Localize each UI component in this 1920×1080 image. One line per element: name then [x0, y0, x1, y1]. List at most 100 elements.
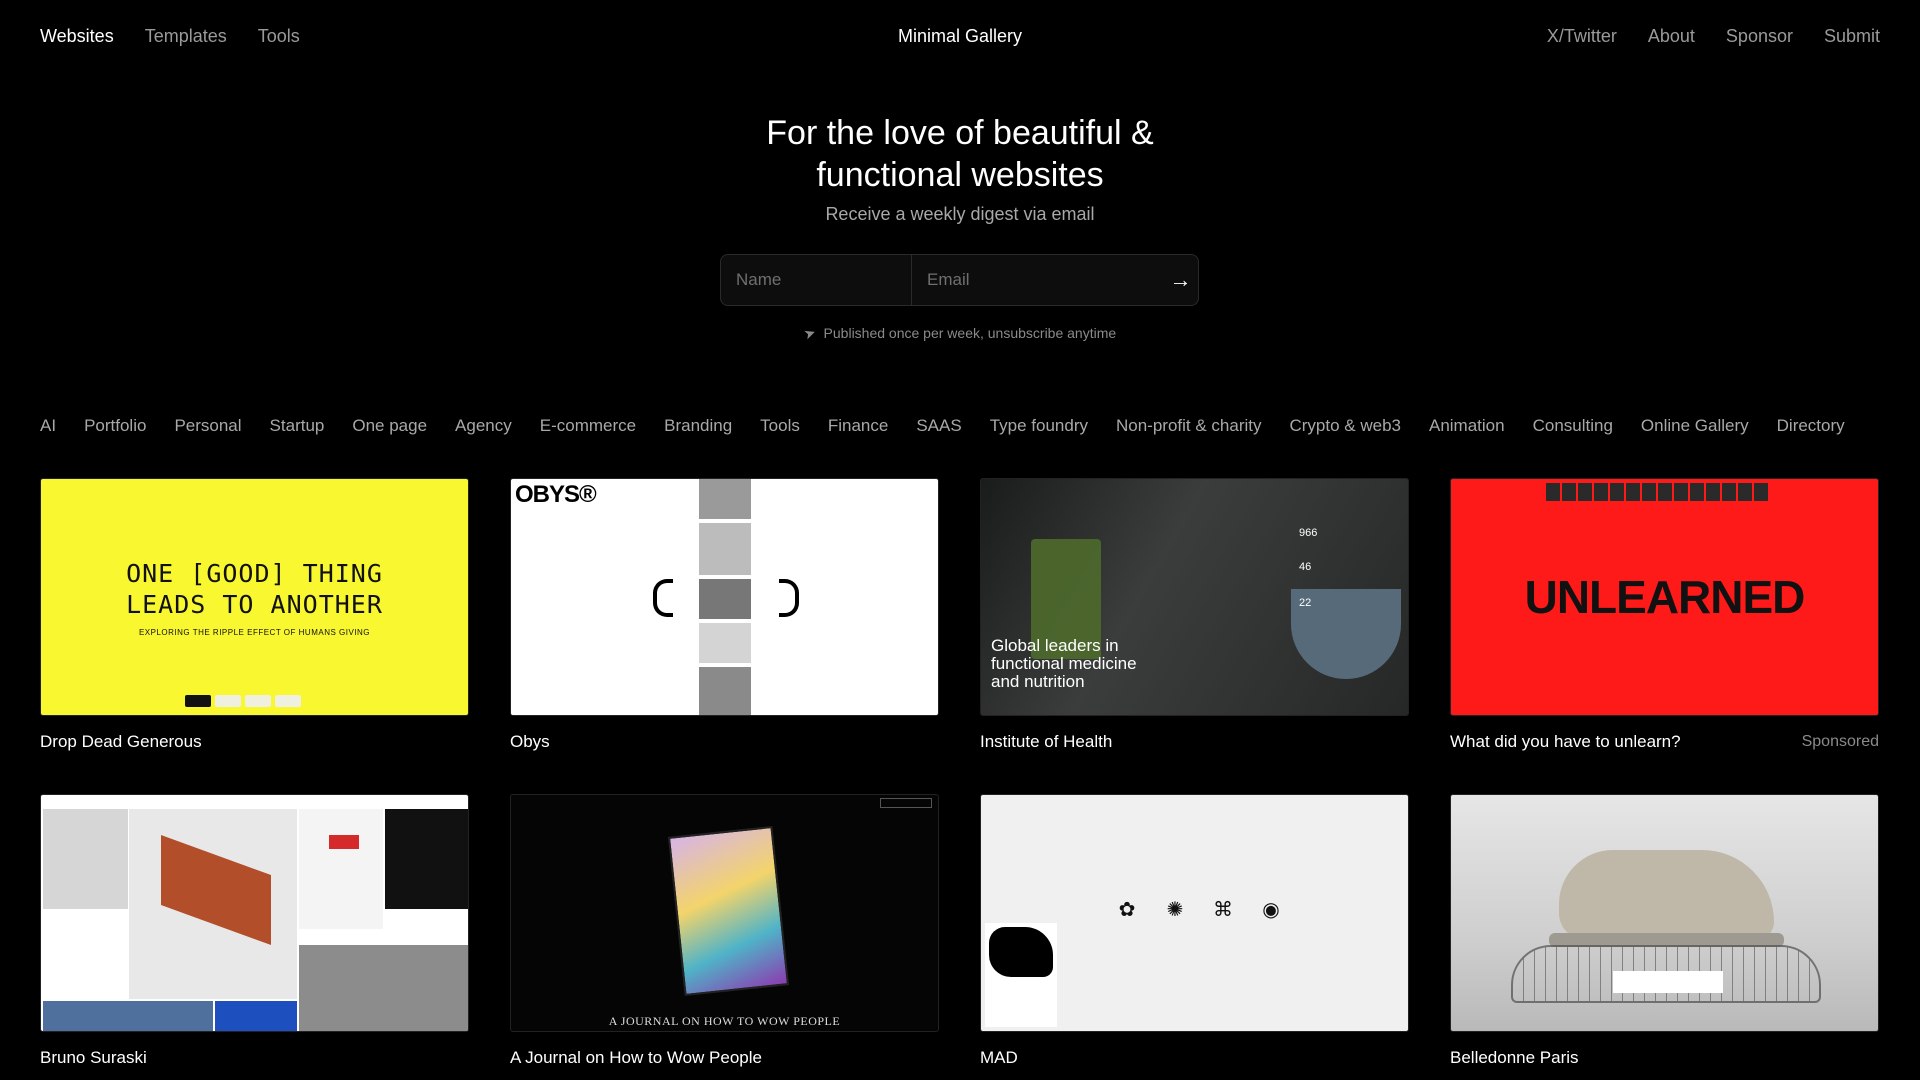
- arrow-right-icon: →: [1169, 267, 1192, 292]
- top-nav: Websites Templates Tools Minimal Gallery…: [0, 0, 1920, 72]
- card-meta: Belledonne Paris: [1450, 1048, 1879, 1068]
- card-title[interactable]: What did you have to unlearn?: [1450, 732, 1681, 752]
- category-ai[interactable]: AI: [40, 416, 56, 446]
- category-animation[interactable]: Animation: [1429, 416, 1505, 446]
- category-finance[interactable]: Finance: [828, 416, 888, 446]
- knot-icon: ⌘: [1213, 899, 1233, 921]
- website-card[interactable]: OBYS® Obys: [510, 478, 939, 752]
- brand-logo[interactable]: Minimal Gallery: [898, 26, 1022, 47]
- category-non-profit[interactable]: Non-profit & charity: [1116, 416, 1262, 446]
- category-one-page[interactable]: One page: [352, 416, 427, 446]
- website-card[interactable]: ONE [GOOD] THING LEADS TO ANOTHER EXPLOR…: [40, 478, 469, 752]
- nav-left: Websites Templates Tools: [40, 26, 300, 47]
- category-personal[interactable]: Personal: [174, 416, 241, 446]
- thumb-image: [699, 623, 751, 663]
- card-meta: Drop Dead Generous: [40, 732, 469, 752]
- category-crypto[interactable]: Crypto & web3: [1289, 416, 1401, 446]
- thumb-card: [985, 923, 1057, 1027]
- website-card[interactable]: ✿ ✺ ⌘ ◉ MAD: [980, 794, 1409, 1068]
- website-thumbnail[interactable]: [1450, 794, 1879, 1032]
- thumb-bracket-left: [653, 579, 673, 617]
- thumb-blob: [989, 927, 1053, 977]
- thumb-image: [43, 1001, 213, 1031]
- nav-sponsor[interactable]: Sponsor: [1726, 26, 1793, 47]
- nav-about[interactable]: About: [1648, 26, 1695, 47]
- thumb-bracket-right: [779, 579, 799, 617]
- pinwheel-icon: ✺: [1166, 899, 1184, 921]
- website-card[interactable]: Bruno Suraski: [40, 794, 469, 1068]
- thumb-image: [299, 945, 468, 1031]
- nav-tools[interactable]: Tools: [258, 26, 300, 47]
- thumb-image: [215, 1001, 297, 1031]
- category-consulting[interactable]: Consulting: [1533, 416, 1613, 446]
- website-card[interactable]: UNLEARNED What did you have to unlearn? …: [1450, 478, 1879, 752]
- category-startup[interactable]: Startup: [270, 416, 325, 446]
- card-title[interactable]: Belledonne Paris: [1450, 1048, 1579, 1068]
- hero: For the love of beautiful & functional w…: [0, 112, 1920, 225]
- thumb-headline: ONE [GOOD] THING LEADS TO ANOTHER: [126, 558, 383, 619]
- thumb-book: [667, 825, 790, 997]
- category-directory[interactable]: Directory: [1777, 416, 1845, 446]
- category-portfolio[interactable]: Portfolio: [84, 416, 146, 446]
- sponsored-label: Sponsored: [1801, 733, 1879, 750]
- thumb-footer-title: A JOURNAL ON HOW TO WOW PEOPLE: [608, 1014, 841, 1028]
- category-agency[interactable]: Agency: [455, 416, 512, 446]
- nav-x-twitter[interactable]: X/Twitter: [1547, 26, 1617, 47]
- thumb-bar: [185, 695, 301, 707]
- website-thumbnail[interactable]: UNLEARNED: [1450, 478, 1879, 716]
- hero-title: For the love of beautiful & functional w…: [766, 114, 1154, 194]
- category-type-foundry[interactable]: Type foundry: [990, 416, 1088, 446]
- hero-subtitle: Receive a weekly digest via email: [825, 204, 1095, 224]
- nav-templates[interactable]: Templates: [145, 26, 227, 47]
- website-card[interactable]: 966 46 22 Global leaders in functional m…: [980, 478, 1409, 752]
- thumb-icons: ✿ ✺ ⌘ ◉: [1117, 897, 1281, 922]
- card-title[interactable]: MAD: [980, 1048, 1018, 1068]
- thumb-headline: UNLEARNED: [1524, 571, 1806, 623]
- thumb-image: [699, 667, 751, 715]
- thumb-stat: 22: [1299, 597, 1312, 609]
- card-meta: Obys: [510, 732, 939, 752]
- thumb-stat: 46: [1299, 561, 1312, 573]
- thumb-logo: OBYS®: [515, 481, 597, 508]
- card-meta: MAD: [980, 1048, 1409, 1068]
- category-saas[interactable]: SAAS: [916, 416, 961, 446]
- email-input[interactable]: [912, 255, 1163, 305]
- category-tools[interactable]: Tools: [760, 416, 800, 446]
- thumb-button: [880, 798, 932, 808]
- card-title[interactable]: Institute of Health: [980, 732, 1112, 752]
- thumb-stat: 966: [1299, 527, 1318, 539]
- nav-submit[interactable]: Submit: [1824, 26, 1880, 47]
- website-thumbnail[interactable]: A JOURNAL ON HOW TO WOW PEOPLE: [510, 794, 939, 1032]
- category-e-commerce[interactable]: E-commerce: [540, 416, 636, 446]
- website-thumbnail[interactable]: [40, 794, 469, 1032]
- thumb-shoe: [1559, 850, 1774, 940]
- card-title[interactable]: Obys: [510, 732, 550, 752]
- website-thumbnail[interactable]: ONE [GOOD] THING LEADS TO ANOTHER EXPLOR…: [40, 478, 469, 716]
- thumb-image: [329, 835, 359, 849]
- website-thumbnail[interactable]: OBYS®: [510, 478, 939, 716]
- card-meta: What did you have to unlearn? Sponsored: [1450, 732, 1879, 752]
- newsletter-form: →: [720, 254, 1199, 306]
- thumb-image: [385, 809, 468, 909]
- website-grid: ONE [GOOD] THING LEADS TO ANOTHER EXPLOR…: [40, 478, 1879, 1068]
- website-thumbnail[interactable]: 966 46 22 Global leaders in functional m…: [980, 478, 1409, 716]
- thumb-image: [699, 479, 751, 519]
- card-meta: A Journal on How to Wow People: [510, 1048, 939, 1068]
- paper-plane-icon: ➤: [801, 323, 818, 343]
- website-card[interactable]: Belledonne Paris: [1450, 794, 1879, 1068]
- card-meta: Bruno Suraski: [40, 1048, 469, 1068]
- card-title[interactable]: Bruno Suraski: [40, 1048, 147, 1068]
- thumb-headline: Global leaders in functional medicine an…: [991, 636, 1137, 691]
- category-online-gallery[interactable]: Online Gallery: [1641, 416, 1749, 446]
- newsletter-note: ➤ Published once per week, unsubscribe an…: [0, 323, 1920, 343]
- category-branding[interactable]: Branding: [664, 416, 732, 446]
- website-thumbnail[interactable]: ✿ ✺ ⌘ ◉: [980, 794, 1409, 1032]
- website-card[interactable]: A JOURNAL ON HOW TO WOW PEOPLE A Journal…: [510, 794, 939, 1068]
- thumb-image: [699, 579, 751, 619]
- subscribe-button[interactable]: →: [1163, 255, 1198, 305]
- note-text: Published once per week, unsubscribe any…: [823, 325, 1117, 341]
- nav-websites[interactable]: Websites: [40, 26, 114, 47]
- card-title[interactable]: A Journal on How to Wow People: [510, 1048, 762, 1068]
- name-input[interactable]: [721, 255, 912, 305]
- card-title[interactable]: Drop Dead Generous: [40, 732, 202, 752]
